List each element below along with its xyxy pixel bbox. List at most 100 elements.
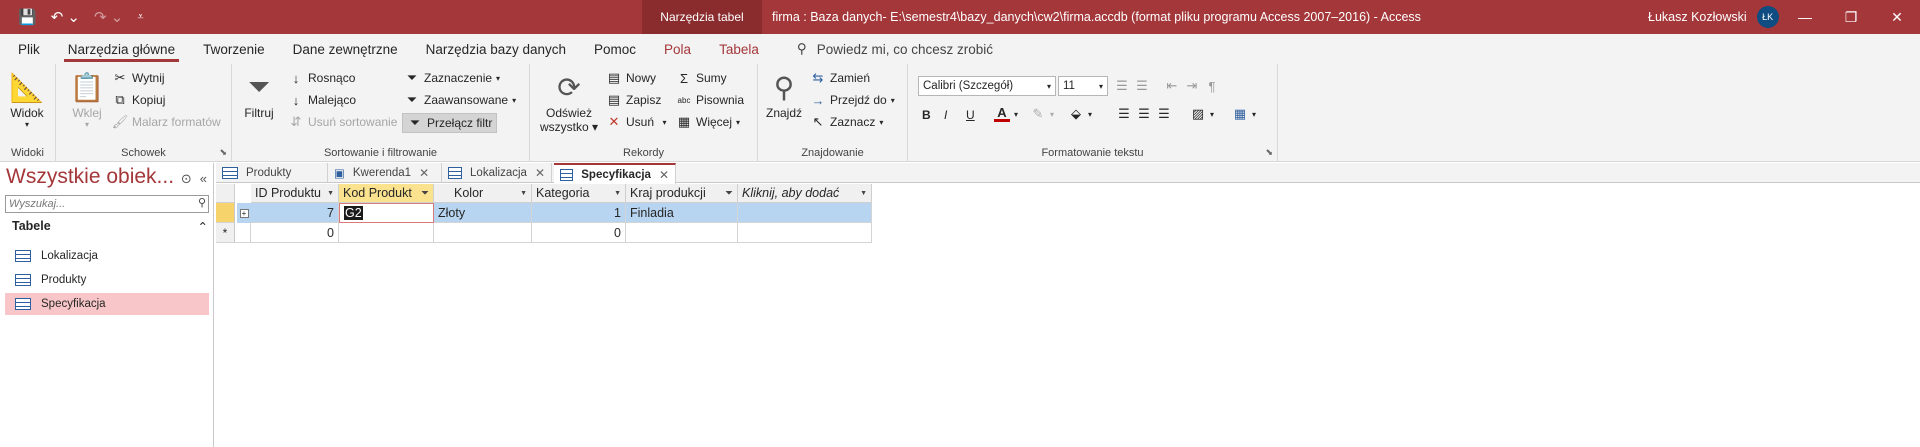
close-icon[interactable]: ✕ <box>419 166 429 180</box>
nav-item-specyfikacja[interactable]: Specyfikacja <box>5 293 209 315</box>
row-selector[interactable] <box>216 203 235 223</box>
table-cell[interactable]: Finladia <box>626 203 738 223</box>
align-buttons[interactable]: ☰ ☰ ☰ <box>1116 106 1172 122</box>
nav-menu-icon[interactable]: ⊙ <box>181 171 192 187</box>
bold-button[interactable]: B <box>922 108 931 122</box>
dialog-launcher-icon[interactable]: ⬊ <box>219 147 227 158</box>
save-record-button[interactable]: ▤ Zapisz <box>606 92 662 108</box>
nav-pane-title[interactable]: Wszystkie obiek... <box>6 165 174 189</box>
tab-external-data[interactable]: Dane zewnętrzne <box>279 34 412 64</box>
tab-table[interactable]: Tabela <box>705 34 773 64</box>
highlight-button[interactable]: ✎ ▾ <box>1030 106 1054 122</box>
tab-database-tools[interactable]: Narzędzia bazy danych <box>412 34 580 64</box>
bullets-button[interactable]: ☰ ☰ <box>1114 78 1150 94</box>
totals-button[interactable]: Σ Sumy <box>676 70 727 86</box>
spelling-button[interactable]: abc Pisownia <box>676 92 744 108</box>
column-header-id[interactable]: ID Produktu ▼ <box>251 184 339 203</box>
close-icon[interactable]: ✕ <box>535 166 545 180</box>
expand-row-icon[interactable]: + <box>237 203 251 223</box>
filter-button[interactable]: ⏷ Filtruj <box>242 70 276 121</box>
tab-fields[interactable]: Pola <box>650 34 705 64</box>
advanced-button[interactable]: ⏷ Zaawansowane ▾ <box>404 92 516 108</box>
gridlines-button[interactable]: ▦ ▾ <box>1232 106 1256 122</box>
filter-icon[interactable]: ⏷ <box>421 188 429 199</box>
nav-group-tables[interactable]: Tabele ⌃ <box>12 219 208 234</box>
select-button[interactable]: ↖ Zaznacz ▾ <box>810 114 884 130</box>
copy-button[interactable]: ⧉ Kopiuj <box>112 92 165 108</box>
tab-home[interactable]: Narzędzia główne <box>54 34 189 64</box>
format-painter-button[interactable]: 🖌 Malarz formatów <box>112 114 221 130</box>
fill-color-button[interactable]: ⬙ ▾ <box>1068 106 1092 122</box>
delete-record-button[interactable]: ✕ Usuń ▾ <box>606 114 667 130</box>
table-cell[interactable] <box>738 203 872 223</box>
nav-item-produkty[interactable]: Produkty <box>5 269 209 291</box>
underline-button[interactable]: U <box>966 108 975 122</box>
nav-item-lokalizacja[interactable]: Lokalizacja <box>5 245 209 267</box>
chevron-down-icon[interactable]: ▼ <box>520 190 527 197</box>
column-header-kraj[interactable]: Kraj produkcji ⏷ <box>626 184 738 203</box>
tell-me-box[interactable]: ⚲ Powiedz mi, co chcesz zrobić <box>797 41 993 57</box>
collapse-group-icon[interactable]: ⌃ <box>198 219 208 234</box>
replace-button[interactable]: ⇆ Zamień <box>810 70 870 86</box>
sort-descending-button[interactable]: ↓ Malejąco <box>288 92 356 108</box>
table-cell[interactable]: 1 <box>532 203 626 223</box>
column-header-kod[interactable]: Kod Produkt ⏷ <box>339 184 434 203</box>
table-cell[interactable]: Złoty <box>434 203 532 223</box>
view-button[interactable]: 📐 Widok ▾ <box>10 70 45 130</box>
new-row-selector[interactable]: * <box>216 223 235 243</box>
table-cell[interactable] <box>235 223 251 243</box>
cut-button[interactable]: ✂ Wytnij <box>112 70 165 86</box>
tab-help[interactable]: Pomoc <box>580 34 650 64</box>
tab-create[interactable]: Tworzenie <box>189 34 279 64</box>
redo-icon[interactable]: ↷ ⌄ <box>94 8 123 26</box>
save-icon[interactable]: 💾 <box>18 8 37 26</box>
font-size-select[interactable]: 11 ▾ <box>1058 76 1108 96</box>
table-cell-editing[interactable]: G2 <box>339 203 434 223</box>
minimize-button[interactable]: — <box>1782 0 1828 34</box>
doc-tab-kwerenda1[interactable]: ▣ Kwerenda1 ✕ <box>328 163 442 183</box>
more-button[interactable]: ▦ Więcej ▾ <box>676 114 740 130</box>
chevron-down-icon[interactable]: ▼ <box>327 190 334 197</box>
toggle-filter-button[interactable]: ⏷ Przełącz filtr <box>402 113 498 133</box>
font-name-select[interactable]: Calibri (Szczegół) ▾ <box>918 76 1056 96</box>
table-cell[interactable] <box>738 223 872 243</box>
find-button[interactable]: ⚲ Znajdź <box>766 70 802 121</box>
doc-tab-lokalizacja[interactable]: Lokalizacja ✕ <box>442 163 552 183</box>
search-icon[interactable]: ⚲ <box>198 196 206 209</box>
table-cell[interactable]: 0 <box>532 223 626 243</box>
tab-file[interactable]: Plik <box>4 34 54 64</box>
selection-button[interactable]: ⏷ Zaznaczenie ▾ <box>404 70 500 86</box>
dialog-launcher-icon[interactable]: ⬊ <box>1265 147 1273 158</box>
table-cell[interactable]: 0 <box>251 223 339 243</box>
avatar[interactable]: ŁK <box>1756 6 1779 28</box>
column-header-kategoria[interactable]: Kategoria ▼ <box>532 184 626 203</box>
table-cell[interactable] <box>626 223 738 243</box>
goto-button[interactable]: → Przejdź do ▾ <box>810 92 895 108</box>
nav-search-input[interactable]: Wyszukaj... ⚲ <box>5 195 209 213</box>
close-icon[interactable]: ✕ <box>659 168 669 182</box>
doc-tab-specyfikacja[interactable]: Specyfikacja ✕ <box>554 163 676 184</box>
shutter-bar-icon[interactable]: « <box>200 171 207 187</box>
column-header-kolor[interactable]: Kolor ▼ <box>434 184 532 203</box>
table-cell[interactable] <box>339 223 434 243</box>
paste-button[interactable]: 📋 Wklej ▾ <box>70 70 105 130</box>
customize-qat-icon[interactable]: ⩡ <box>137 11 143 24</box>
column-header-add[interactable]: Kliknij, aby dodać ▼ <box>738 184 872 203</box>
close-button[interactable]: ✕ <box>1874 0 1920 34</box>
remove-sort-button[interactable]: ⇵ Usuń sortowanie <box>288 114 398 130</box>
font-color-button[interactable]: A ▾ <box>994 105 1018 122</box>
undo-icon[interactable]: ↶ ⌄ <box>51 8 80 26</box>
refresh-all-button[interactable]: ⟳ Odśwież wszystko ▾ <box>540 70 598 135</box>
chevron-down-icon[interactable]: ▼ <box>614 190 621 197</box>
indent-buttons[interactable]: ⇤ ⇥ ¶ <box>1164 78 1220 94</box>
italic-button[interactable]: I <box>944 108 947 122</box>
table-cell[interactable]: 7 <box>251 203 339 223</box>
row-selector-header[interactable] <box>216 184 235 203</box>
alternate-row-color-button[interactable]: ▨ ▾ <box>1190 106 1214 122</box>
filter-icon[interactable]: ⏷ <box>725 188 733 199</box>
doc-tab-produkty[interactable]: Produkty <box>216 163 328 183</box>
chevron-down-icon[interactable]: ▼ <box>860 190 867 197</box>
table-cell[interactable] <box>434 223 532 243</box>
user-account[interactable]: Łukasz Kozłowski ŁK <box>1648 0 1779 34</box>
new-record-button[interactable]: ▤ Nowy <box>606 70 656 86</box>
